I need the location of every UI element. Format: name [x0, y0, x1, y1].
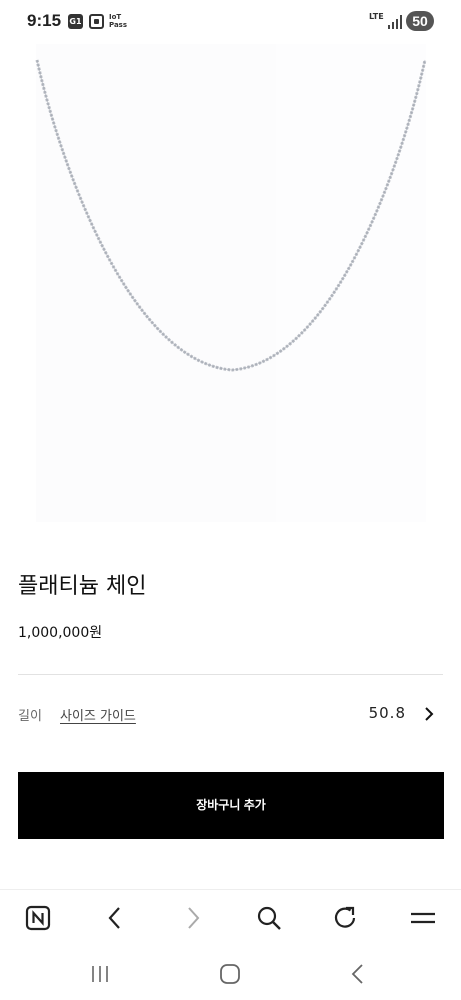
divider [18, 674, 443, 675]
product-price: 1,000,000원 [18, 625, 103, 641]
browser-toolbar [0, 889, 461, 949]
back-icon[interactable] [101, 904, 129, 932]
chevron-right-icon[interactable] [419, 704, 439, 724]
length-value: 50.8 [368, 704, 406, 722]
recent-apps-icon[interactable] [88, 962, 112, 986]
refresh-icon[interactable] [332, 904, 360, 932]
length-option-row[interactable]: 길이 사이즈 가이드 50.8 [18, 700, 443, 728]
iot-pass-line1: IoT [109, 13, 122, 21]
forward-icon[interactable] [179, 904, 207, 932]
battery-indicator: 50 [406, 11, 434, 31]
size-guide-link[interactable]: 사이즈 가이드 [60, 705, 136, 724]
length-label: 길이 [18, 709, 42, 724]
system-back-icon[interactable] [346, 962, 370, 986]
screenshot-notification-icon [89, 14, 104, 29]
naver-icon[interactable] [25, 904, 53, 932]
g1-notification-icon: G1 [68, 14, 83, 29]
menu-icon[interactable] [409, 904, 437, 932]
system-nav-bar [0, 950, 461, 1000]
network-type: LTE [369, 12, 384, 21]
search-icon[interactable] [255, 904, 283, 932]
iot-pass-line2: Pass [109, 21, 127, 29]
product-name: 플래티늄 체인 [18, 574, 147, 599]
iot-pass-notification-icon: IoT Pass [109, 13, 127, 29]
signal-icon [387, 14, 402, 29]
chain-necklace-image [35, 59, 427, 372]
home-icon[interactable] [218, 962, 242, 986]
status-time: 9:15 [27, 11, 62, 30]
add-to-cart-button[interactable]: 장바구니 추가 [18, 772, 444, 839]
status-bar: 9:15 G1 IoT Pass LTE 50 [0, 0, 461, 44]
product-image[interactable] [0, 44, 461, 524]
